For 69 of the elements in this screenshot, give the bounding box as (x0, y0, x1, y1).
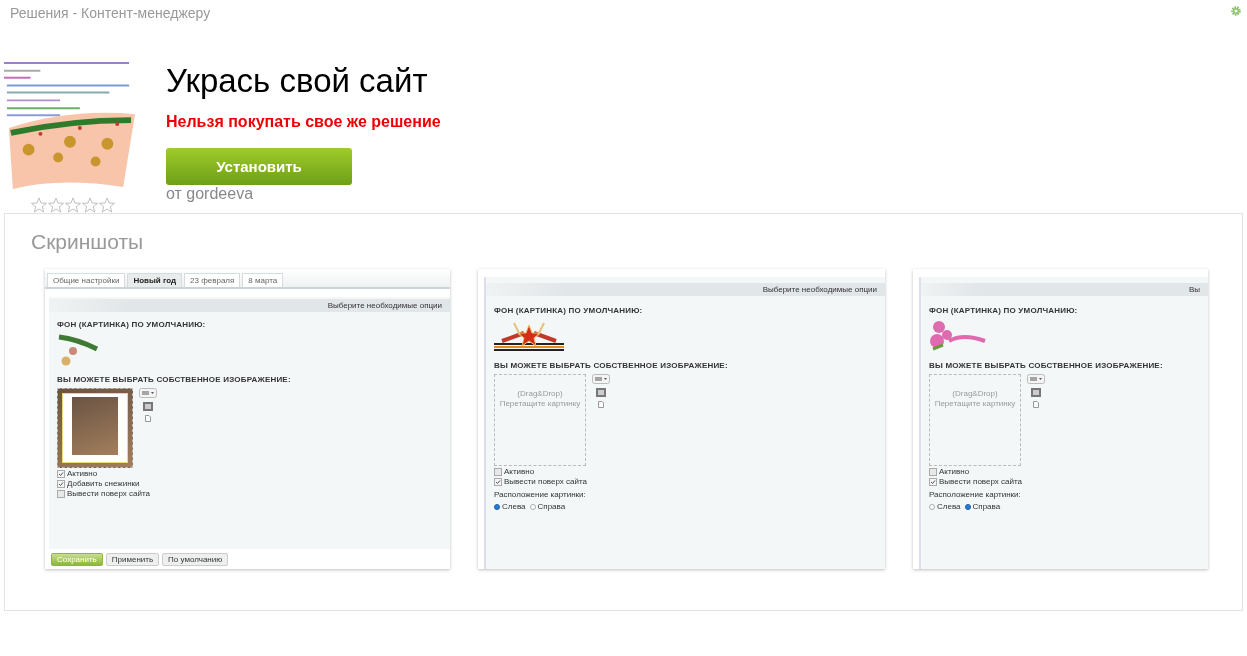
options-header: Вы (921, 283, 1208, 296)
file-icon[interactable] (1033, 401, 1039, 408)
screenshot-card[interactable]: Вы ФОН (КАРТИНКА) ПО УМОЛЧАНИЮ: ВЫ МОЖЕТЕ ВЫБРАТЬ СОБСТВЕННОЕ ИЗОБРАЖЕНИЕ: (Drag&Drop) Перетащите картинку Активно Вывести поверх сайта Расположение картинки: Слева Справа (913, 269, 1208, 569)
checkbox-label: Активно (67, 469, 98, 478)
position-label: Расположение картинки: (929, 490, 1021, 499)
radio-button[interactable] (964, 503, 971, 510)
app-title: Укрась свой сайт (166, 61, 428, 101)
image-icon[interactable] (596, 388, 606, 397)
section-label: ВЫ МОЖЕТЕ ВЫБРАТЬ СОБСТВЕННОЕ ИЗОБРАЖЕНИЕ: (929, 361, 1163, 370)
checkbox-label: Вывести поверх сайта (67, 489, 150, 498)
section-label: ВЫ МОЖЕТЕ ВЫБРАТЬ СОБСТВЕННОЕ ИЗОБРАЖЕНИЕ: (57, 375, 291, 384)
image-icon[interactable] (143, 402, 153, 411)
checkbox[interactable] (929, 467, 937, 476)
section-label: ФОН (КАРТИНКА) ПО УМОЛЧАНИЮ: (494, 306, 643, 315)
checkbox-label: Активно (504, 467, 535, 476)
file-icon[interactable] (145, 415, 151, 422)
tab[interactable]: 23 февраля (184, 273, 241, 287)
checkbox[interactable] (57, 469, 65, 478)
menu-icon[interactable] (1027, 374, 1045, 384)
drop-hint: (Drag&Drop) (517, 389, 563, 399)
section-label: ВЫ МОЖЕТЕ ВЫБРАТЬ СОБСТВЕННОЕ ИЗОБРАЖЕНИЕ: (494, 361, 728, 370)
radio-button[interactable] (529, 503, 536, 510)
tab[interactable]: 8 марта (242, 273, 284, 287)
warning-text: Нельзя покупать свое же решение (166, 113, 441, 131)
checkbox-label: Добавить снежинки (67, 479, 140, 488)
drop-hint: Перетащите картинку (934, 399, 1016, 409)
star-icon[interactable] (82, 197, 98, 213)
star-icon[interactable] (31, 197, 47, 213)
checkbox[interactable] (929, 477, 937, 486)
options-header: Выберите необходимые опции (49, 299, 450, 312)
checkbox[interactable] (57, 489, 65, 498)
checkbox[interactable] (494, 477, 502, 486)
star-icon[interactable] (65, 197, 81, 213)
checkbox-label: Активно (939, 467, 970, 476)
radio-label: Слева (502, 502, 526, 511)
checkbox-label: Вывести поверх сайта (939, 477, 1022, 486)
star-icon[interactable] (48, 197, 64, 213)
drop-hint: Перетащите картинку (499, 399, 581, 409)
radio-button[interactable] (494, 503, 500, 510)
section-label: ФОН (КАРТИНКА) ПО УМОЛЧАНИЮ: (929, 306, 1078, 315)
radio-label: Слева (937, 502, 961, 511)
form-button[interactable]: По умолчанию (162, 553, 229, 566)
image-icon[interactable] (1031, 388, 1041, 397)
checkbox[interactable] (494, 467, 502, 476)
radio-label: Справа (972, 502, 1001, 511)
screenshot-card[interactable]: Выберите необходимые опции ФОН (КАРТИНКА) ПО УМОЛЧАНИЮ: ВЫ МОЖЕТЕ ВЫБРАТЬ СОБСТВЕННОЕ ИЗОБРАЖЕНИЕ: (Drag&Drop) Перетащите картинку Активно Вывести поверх сайта Расположение картинки: Слева Справа (478, 269, 885, 569)
author-text: от gordeeva (166, 185, 254, 203)
star-icon[interactable] (99, 197, 115, 213)
menu-icon[interactable] (139, 388, 157, 398)
checkbox[interactable] (57, 479, 65, 488)
flower-drawing (929, 319, 989, 353)
radio-label: Справа (537, 502, 566, 511)
menu-icon[interactable] (592, 374, 610, 384)
position-label: Расположение картинки: (494, 490, 586, 499)
photo-placeholder (72, 397, 118, 455)
checkbox-label: Вывести поверх сайта (504, 477, 587, 486)
tab[interactable]: Общие настройки (47, 273, 126, 287)
drop-hint: (Drag&Drop) (952, 389, 998, 399)
form-button[interactable]: Применить (105, 553, 160, 566)
screenshot-card[interactable] (45, 269, 450, 569)
drop-zone[interactable] (57, 388, 133, 468)
file-icon[interactable] (598, 401, 604, 408)
section-label: ФОН (КАРТИНКА) ПО УМОЛЧАНИЮ: (57, 320, 206, 329)
garland-drawing (57, 333, 99, 367)
radio-button[interactable] (929, 503, 935, 510)
settings-icon[interactable] (1230, 5, 1242, 17)
options-header: Выберите необходимые опции (486, 283, 885, 296)
section-title: Скриншоты (31, 230, 145, 254)
tab[interactable]: Новый год (127, 273, 183, 287)
